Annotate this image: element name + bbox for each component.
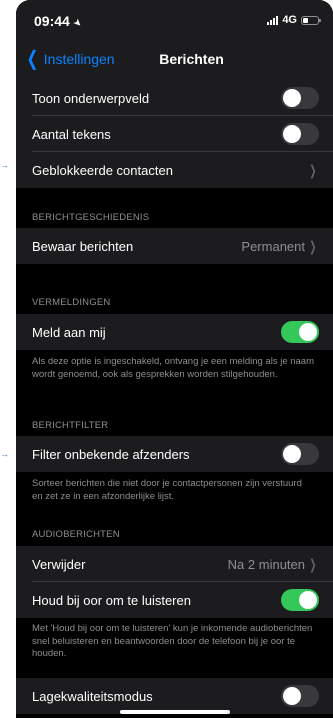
row-char-count[interactable]: Aantal tekens xyxy=(16,116,333,152)
row-label: Toon onderwerpveld xyxy=(32,90,150,106)
row-value: Na 2 minuten xyxy=(227,556,305,572)
home-indicator xyxy=(120,710,230,714)
row-show-subject[interactable]: Toon onderwerpveld xyxy=(16,80,333,116)
row-value: Permanent xyxy=(241,238,305,254)
page-title: Berichten xyxy=(159,51,224,67)
phone-screen: 09:44➤ 4G ❮ Instellingen Berichten Toon … xyxy=(16,0,333,718)
battery-icon xyxy=(301,15,321,25)
raise-to-listen-toggle[interactable] xyxy=(281,589,319,611)
location-arrow-icon: ➤ xyxy=(70,16,84,31)
show-subject-toggle[interactable] xyxy=(281,87,319,109)
chevron-right-icon: ❯ xyxy=(309,161,317,178)
chevron-right-icon: ❯ xyxy=(309,555,317,572)
status-time: 09:44➤ xyxy=(34,13,84,31)
footer-audio: Met 'Houd bij oor om te luisteren' kun j… xyxy=(32,623,313,659)
notify-me-toggle[interactable] xyxy=(281,321,319,343)
low-quality-toggle[interactable] xyxy=(281,685,319,707)
row-label: Lagekwaliteitsmodus xyxy=(32,688,153,704)
annotation-arrow-icon: → xyxy=(0,449,9,459)
row-notify-me[interactable]: Meld aan mij xyxy=(16,314,333,350)
footer-filter: Sorteer berichten die niet door je conta… xyxy=(32,478,302,502)
row-raise-to-listen[interactable]: Houd bij oor om te luisteren xyxy=(16,582,333,618)
annotation-arrow-icon: → xyxy=(0,160,9,170)
network-label: 4G xyxy=(282,14,297,26)
status-time-text: 09:44 xyxy=(34,13,70,29)
row-low-quality[interactable]: Lagekwaliteitsmodus xyxy=(16,678,333,714)
row-label: Bewaar berichten xyxy=(32,238,134,254)
section-header-history: BERICHTGESCHIEDENIS xyxy=(32,212,150,223)
row-label: Meld aan mij xyxy=(32,324,106,340)
settings-list: Toon onderwerpveld Aantal tekens Geblokk… xyxy=(16,80,333,718)
section-header-audio: AUDIOBERICHTEN xyxy=(32,529,120,540)
row-label: Verwijder xyxy=(32,556,86,572)
navigation-bar: ❮ Instellingen Berichten xyxy=(16,40,333,80)
row-keep-messages[interactable]: Bewaar berichten Permanent ❯ xyxy=(16,228,333,264)
signal-icon xyxy=(267,15,279,25)
char-count-toggle[interactable] xyxy=(281,123,319,145)
chevron-right-icon: ❯ xyxy=(309,237,317,254)
status-indicators: 4G xyxy=(267,14,321,26)
row-label: Aantal tekens xyxy=(32,126,111,142)
row-label: Houd bij oor om te luisteren xyxy=(32,592,191,608)
battery-level xyxy=(303,17,308,23)
filter-unknown-toggle[interactable] xyxy=(281,443,319,465)
row-label: Geblokkeerde contacten xyxy=(32,162,173,178)
status-bar: 09:44➤ 4G xyxy=(16,0,333,40)
row-label: Filter onbekende afzenders xyxy=(32,446,190,462)
section-header-filter: BERICHTFILTER xyxy=(32,420,109,431)
row-expire[interactable]: Verwijder Na 2 minuten ❯ xyxy=(16,546,333,582)
section-header-mentions: VERMELDINGEN xyxy=(32,297,111,308)
row-blocked-contacts[interactable]: Geblokkeerde contacten ❯ xyxy=(16,152,333,188)
footer-mentions: Als deze optie is ingeschakeld, ontvang … xyxy=(32,356,315,380)
row-filter-unknown[interactable]: Filter onbekende afzenders xyxy=(16,436,333,472)
